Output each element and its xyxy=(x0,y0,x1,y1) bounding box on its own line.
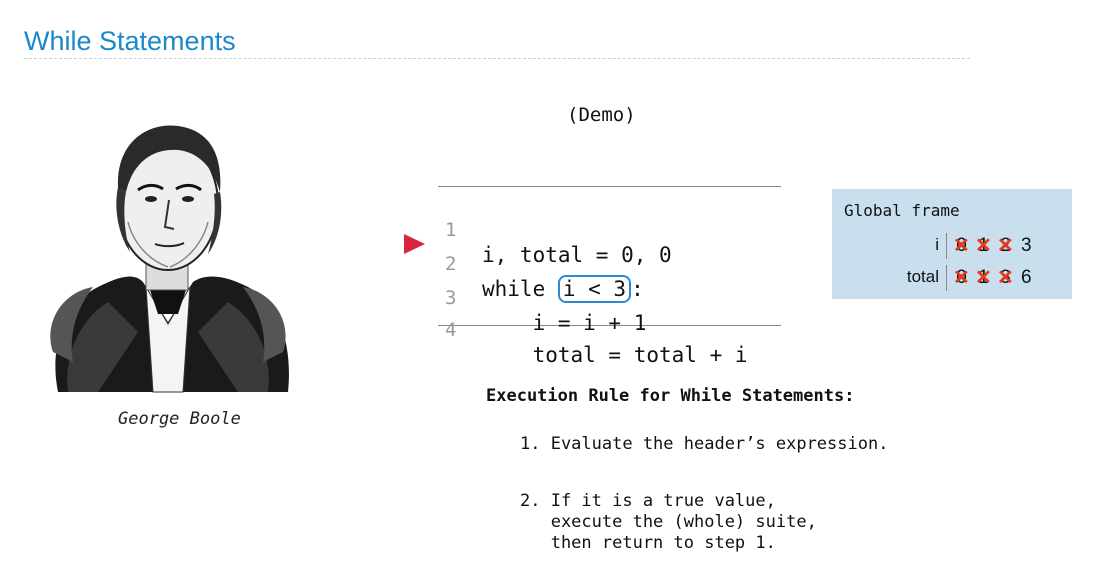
condition-highlight: i < 3 xyxy=(557,275,632,303)
old-value: 1 ✕ xyxy=(975,267,992,289)
colon: : xyxy=(631,277,644,301)
strike-x-icon: ✕ xyxy=(997,267,1014,289)
old-value: 2 ✕ xyxy=(997,235,1014,257)
title-divider xyxy=(24,58,970,59)
code-text: total = total + i xyxy=(482,343,748,367)
old-value: 1 ✕ xyxy=(975,235,992,257)
while-keyword: while xyxy=(482,277,558,301)
variable-name: i xyxy=(935,235,939,254)
code-block: 1 i, total = 0, 0 2 while i < 3: 3 i = i… xyxy=(438,186,781,367)
code-line-4: 4 total = total + i xyxy=(438,295,748,367)
george-boole-portrait xyxy=(50,125,289,393)
variable-name: total xyxy=(906,267,939,286)
frame-row-total: total 0 ✕ 1 ✕ 3 ✕ 6 xyxy=(832,265,1072,291)
code-text: i = i + 1 xyxy=(482,311,647,335)
current-value: 6 xyxy=(1021,267,1032,288)
code-text: i, total = 0, 0 xyxy=(482,243,672,267)
frame-title: Global frame xyxy=(844,201,960,220)
variable-values: 0 ✕ 1 ✕ 2 ✕ 3 xyxy=(946,233,1032,259)
current-value: 3 xyxy=(1021,235,1032,256)
code-text: while i < 3: xyxy=(482,275,644,303)
old-value: 0 ✕ xyxy=(953,235,970,257)
portrait-caption: George Boole xyxy=(118,409,241,429)
strike-x-icon: ✕ xyxy=(953,235,970,257)
strike-x-icon: ✕ xyxy=(997,235,1014,257)
strike-x-icon: ✕ xyxy=(975,267,992,289)
frame-row-i: i 0 ✕ 1 ✕ 2 ✕ 3 xyxy=(832,233,1072,259)
rule-step-2-line-3: then return to step 1. xyxy=(520,533,776,553)
current-line-arrow-icon xyxy=(404,234,425,254)
demo-label: (Demo) xyxy=(567,104,636,126)
rule-title: Execution Rule for While Statements: xyxy=(486,386,855,406)
rule-step-2-line-1: 2. If it is a true value, xyxy=(520,491,776,511)
slide-title: While Statements xyxy=(24,26,236,56)
code-line-1: 1 i, total = 0, 0 xyxy=(438,195,672,267)
code-line-2: 2 while i < 3: xyxy=(438,229,644,303)
rule-step-1: 1. Evaluate the header’s expression. xyxy=(520,434,889,454)
old-value: 3 ✕ xyxy=(997,267,1014,289)
rule-step-2-line-2: execute the (whole) suite, xyxy=(520,512,817,532)
line-number: 4 xyxy=(445,319,457,341)
global-frame: Global frame i 0 ✕ 1 ✕ 2 ✕ 3 total 0 ✕ 1 ✕ 3 ✕… xyxy=(832,189,1072,299)
old-value: 0 ✕ xyxy=(953,267,970,289)
strike-x-icon: ✕ xyxy=(975,235,992,257)
strike-x-icon: ✕ xyxy=(953,267,970,289)
variable-values: 0 ✕ 1 ✕ 3 ✕ 6 xyxy=(946,265,1032,291)
code-line-3: 3 i = i + 1 xyxy=(438,263,646,335)
